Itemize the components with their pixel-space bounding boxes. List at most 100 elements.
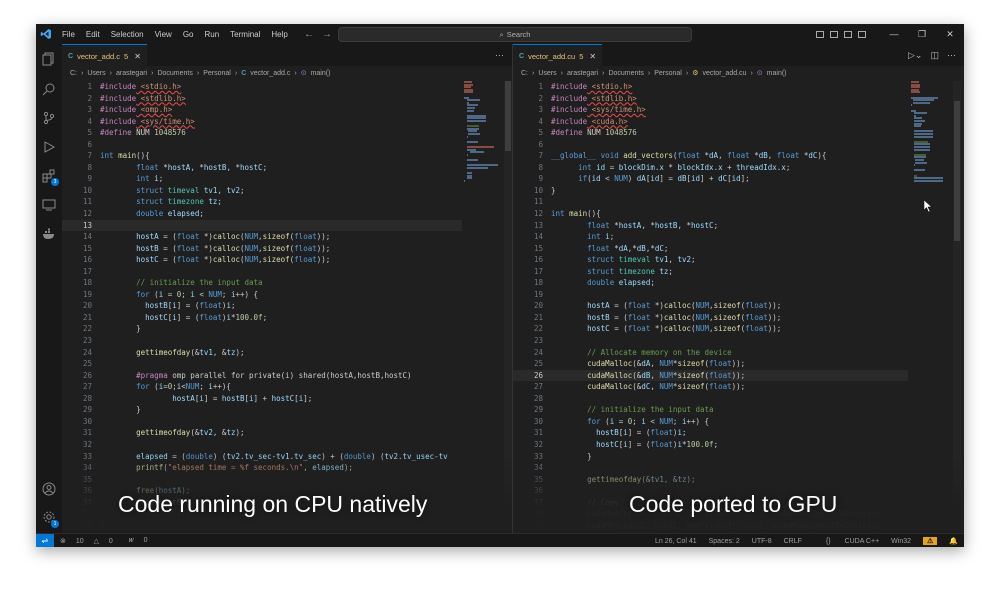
code-line[interactable]: 29 } <box>62 404 462 416</box>
code-line[interactable]: 28 <box>513 393 908 405</box>
ports-indicator[interactable]: 𝑤 0 <box>129 537 156 545</box>
code-line[interactable]: 23 <box>62 335 462 347</box>
code-line[interactable]: 1 #include <stdio.h> <box>513 81 908 93</box>
code-line[interactable]: 5 #define NUM 1048576 <box>62 127 462 139</box>
code-line[interactable]: 19 <box>513 289 908 301</box>
language-mode[interactable]: {} CUDA C++ <box>814 538 879 545</box>
menu-selection[interactable]: Selection <box>111 30 144 39</box>
indentation[interactable]: Spaces: 2 <box>709 538 740 545</box>
code-line[interactable]: 13 float *hostA, *hostB, *hostC; <box>513 220 908 232</box>
code-line[interactable]: 24 gettimeofday(&tv1, &tz); <box>62 347 462 359</box>
code-line[interactable]: 7 __global__ void add_vectors(float *dA, … <box>513 150 908 162</box>
code-line[interactable]: 10} <box>513 185 908 197</box>
tab-vector-add-c[interactable]: C vector_add.c 5 ✕ <box>62 44 147 67</box>
close-window-icon[interactable]: ✕ <box>936 29 964 40</box>
code-line[interactable]: 15 hostB = (float *)calloc(NUM,sizeof(fl… <box>62 243 462 255</box>
crumb-symbol[interactable]: main() <box>311 70 331 77</box>
code-line[interactable]: 19 for (i = 0; i < NUM; i++) { <box>62 289 462 301</box>
code-line[interactable]: 11 <box>513 196 908 208</box>
code-line[interactable]: 5 #define NUM 1048576 <box>513 127 908 139</box>
minimize-icon[interactable]: — <box>880 29 908 39</box>
code-line[interactable]: 9 int i; <box>62 173 462 185</box>
code-line[interactable]: 30 <box>62 416 462 428</box>
crumb-drive[interactable]: C: <box>70 70 77 77</box>
menu-terminal[interactable]: Terminal <box>230 30 260 39</box>
run-debug-icon[interactable] <box>42 140 56 154</box>
vscode-logo-icon[interactable] <box>40 27 52 41</box>
crumb-users[interactable]: Users <box>87 70 105 77</box>
crumb-drive[interactable]: C: <box>521 70 528 77</box>
code-line[interactable]: 12 double elapsed; <box>62 208 462 220</box>
crumb-file[interactable]: vector_add.c <box>250 70 290 77</box>
crumb-documents[interactable]: Documents <box>157 70 192 77</box>
code-line[interactable]: 16 struct timeval tv1, tv2; <box>513 254 908 266</box>
menu-edit[interactable]: Edit <box>86 30 100 39</box>
crumb-documents[interactable]: Documents <box>608 70 643 77</box>
code-line[interactable]: 8 float *hostA, *hostB, *hostC; <box>62 162 462 174</box>
code-line[interactable]: 3 #include <omp.h> <box>62 104 462 116</box>
code-line[interactable]: 32 hostC[i] = (float)i*100.0f; <box>513 439 908 451</box>
code-line[interactable]: 20 hostB[i] = (float)i; <box>62 300 462 312</box>
crumb-users[interactable]: Users <box>538 70 556 77</box>
customize-layout-icon[interactable] <box>858 30 866 38</box>
toggle-panel-icon[interactable] <box>830 30 838 38</box>
docker-icon[interactable] <box>42 227 56 241</box>
code-line[interactable]: 6 <box>513 139 908 151</box>
code-line[interactable]: 16 hostC = (float *)calloc(NUM,sizeof(fl… <box>62 254 462 266</box>
forward-arrow-icon[interactable]: → <box>322 29 332 40</box>
code-line[interactable]: 7 int main(){ <box>62 150 462 162</box>
command-center-search[interactable]: ⌕ Search <box>338 27 692 42</box>
restore-icon[interactable]: ❐ <box>908 29 936 40</box>
code-line[interactable]: 29 // initialize the input data <box>513 404 908 416</box>
menu-file[interactable]: File <box>62 30 75 39</box>
code-line[interactable]: 4 #include <sys/time.h> <box>62 116 462 128</box>
code-line[interactable]: 22 hostC = (float *)calloc(NUM,sizeof(fl… <box>513 323 908 335</box>
code-line[interactable]: 1 #include <stdio.h> <box>62 81 462 93</box>
code-line[interactable]: 31 gettimeofday(&tv2, &tz); <box>62 427 462 439</box>
code-line[interactable]: 2 #include <stdlib.h> <box>513 93 908 105</box>
crumb-personal[interactable]: Personal <box>203 70 231 77</box>
code-line[interactable]: 26 cudaMalloc(&dB, NUM*sizeof(float)); <box>513 369 908 382</box>
crumb-personal[interactable]: Personal <box>654 70 682 77</box>
code-line[interactable]: 17 <box>62 266 462 278</box>
notifications-bell-icon[interactable]: 🔔 <box>949 537 958 545</box>
code-line[interactable]: 25 <box>62 358 462 370</box>
code-line[interactable]: 6 <box>62 139 462 151</box>
left-scroll-thumb[interactable] <box>505 81 511 151</box>
menu-go[interactable]: Go <box>183 30 194 39</box>
code-line[interactable]: 25 cudaMalloc(&dA, NUM*sizeof(float)); <box>513 358 908 370</box>
code-line[interactable]: 13 <box>62 219 462 232</box>
code-line[interactable]: 27 for (i=0;i<NUM; i++){ <box>62 381 462 393</box>
code-line[interactable]: 3 #include <sys/time.h> <box>513 104 908 116</box>
code-line[interactable]: 18 double elapsed; <box>513 277 908 289</box>
code-line[interactable]: 31 hostB[i] = (float)i; <box>513 427 908 439</box>
right-scroll-thumb[interactable] <box>954 101 960 241</box>
code-line[interactable]: 14 int i; <box>513 231 908 243</box>
code-line[interactable]: 23 <box>513 335 908 347</box>
code-line[interactable]: 9 if(id < NUM) dA[id] = dB[id] + dC[id]; <box>513 173 908 185</box>
code-line[interactable]: 27 cudaMalloc(&dC, NUM*sizeof(float)); <box>513 381 908 393</box>
close-tab-icon[interactable]: ✕ <box>589 52 596 61</box>
code-line[interactable]: 12 int main(){ <box>513 208 908 220</box>
back-arrow-icon[interactable]: ← <box>304 29 314 40</box>
toggle-primary-sidebar-icon[interactable] <box>816 30 824 38</box>
code-line[interactable]: 2 #include <stdlib.h> <box>62 93 462 105</box>
remote-explorer-icon[interactable] <box>42 198 56 212</box>
crumb-user[interactable]: arastegari <box>116 70 147 77</box>
code-line[interactable]: 11 struct timezone tz; <box>62 196 462 208</box>
more-actions-icon[interactable]: ⋯ <box>947 50 956 61</box>
code-line[interactable]: 8 int id = blockDim.x * blockIdx.x + thr… <box>513 162 908 174</box>
close-tab-icon[interactable]: ✕ <box>134 52 141 61</box>
code-line[interactable]: 26 #pragma omp parallel for private(i) s… <box>62 370 462 382</box>
warning-status-icon[interactable]: ⚠ <box>923 537 938 545</box>
code-line[interactable]: 30 for (i = 0; i < NUM; i++) { <box>513 416 908 428</box>
platform[interactable]: Win32 <box>891 538 911 545</box>
code-line[interactable]: 24 // Allocate memory on the device <box>513 347 908 359</box>
code-line[interactable]: 14 hostA = (float *)calloc(NUM,sizeof(fl… <box>62 231 462 243</box>
run-debug-dropdown-icon[interactable]: ▷⌄ <box>908 50 922 61</box>
code-line[interactable]: 21 hostB = (float *)calloc(NUM,sizeof(fl… <box>513 312 908 324</box>
crumb-symbol[interactable]: main() <box>767 70 787 77</box>
split-editor-icon[interactable]: ◫ <box>930 50 939 61</box>
code-line[interactable]: 18 // initialize the input data <box>62 277 462 289</box>
code-line[interactable]: 21 hostC[i] = (float)i*100.0f; <box>62 312 462 324</box>
